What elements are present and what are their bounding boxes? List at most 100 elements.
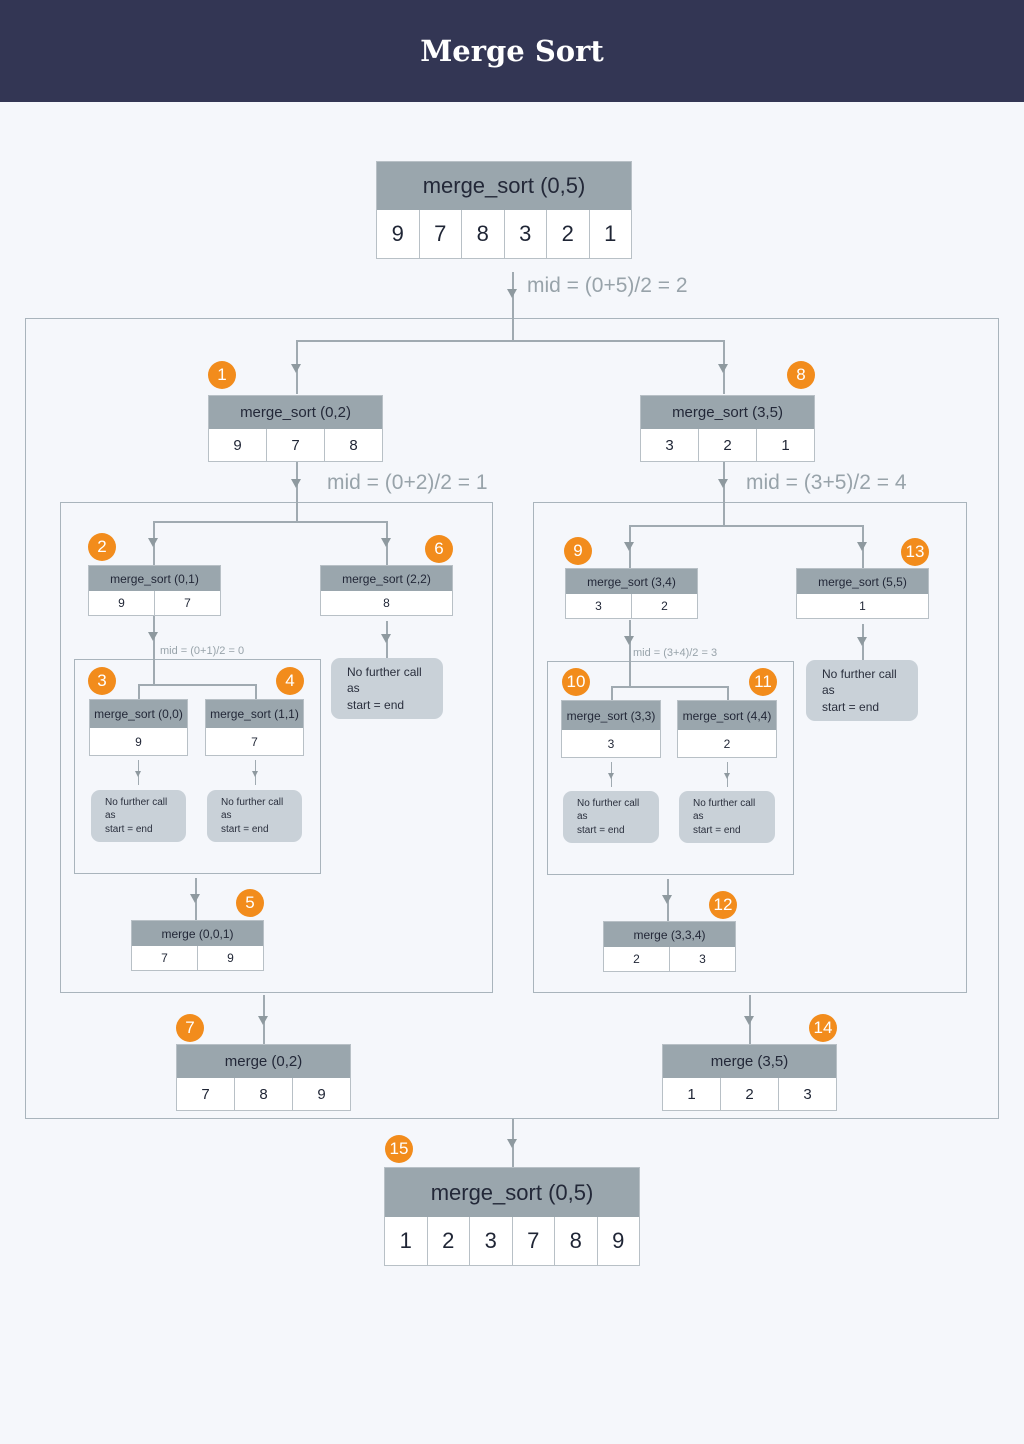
array-cell: 2 [723,736,731,751]
note-line: as [221,810,232,822]
node-title: merge_sort (2,2) [321,566,452,591]
node-title: merge_sort (0,0) [90,700,187,728]
node-merge-sort-2-2: merge_sort (2,2) 8 [320,565,453,616]
array-cell: 3 [607,736,615,751]
array-values: 23 [604,947,735,971]
connector [629,620,631,686]
node-title: merge (0,2) [177,1045,350,1078]
node-title: merge_sort (5,5) [797,569,928,594]
array-cell: 7 [201,1085,210,1103]
node-merge-sort-0-1: merge_sort (0,1) 9 7 [88,565,221,616]
note-no-further-call: No further call as start = end [679,791,775,843]
array-cell: 9 [118,596,125,610]
array-cell: 7 [511,1217,555,1265]
node-merge-sort-4-4: merge_sort (4,4) 2 [677,700,777,758]
node-title: merge (3,5) [663,1045,836,1078]
note-line: No further call [693,797,756,809]
array-cell: 9 [233,436,242,454]
node-merge-3-3-4: merge (3,3,4) 2 3 [603,921,736,972]
node-title: merge_sort (3,4) [566,569,697,594]
connector [296,462,298,522]
arrow-icon [608,773,614,779]
note-line: start = end [105,823,153,835]
node-merge-sort-3-4: merge_sort (3,4) 3 2 [565,568,698,619]
arrow-icon [724,773,730,779]
array-values: 9 [90,728,187,755]
note-line: as [822,683,835,698]
array-cell: 3 [503,210,547,258]
array-cell: 7 [251,734,258,749]
array-values: 123789 [385,1217,639,1265]
step-badge: 1 [208,361,236,389]
note-line: No further call [822,667,897,682]
array-cell: 2 [698,429,756,461]
array-cell: 2 [546,210,589,258]
node-title: merge (3,3,4) [604,922,735,947]
arrow-icon [624,636,634,645]
array-cell: 2 [631,594,697,618]
node-title: merge_sort (3,5) [641,396,814,429]
node-merge-sort-0-0: merge_sort (0,0) 9 [89,699,188,756]
arrow-icon [135,771,141,777]
arrow-icon [624,542,634,551]
note-line: as [347,681,360,696]
node-merge-sort-1-1: merge_sort (1,1) 7 [205,699,304,756]
arrow-icon [190,894,200,903]
note-line: as [577,811,588,823]
arrow-icon [857,637,867,646]
note-no-further-call: No further call as start = end [207,790,302,842]
node-title: merge_sort (4,4) [678,701,776,730]
arrow-icon [291,364,301,373]
array-values: 79 [132,946,263,970]
note-no-further-call: No further call as start = end [331,658,443,719]
array-values: 978321 [377,210,631,258]
array-cell: 9 [596,1217,640,1265]
array-cell: 1 [859,599,866,613]
arrow-icon [507,289,517,298]
array-cell: 8 [383,596,390,610]
array-values: 1 [797,594,928,618]
connector [512,272,514,340]
note-line: start = end [221,823,269,835]
array-cell: 7 [154,591,220,615]
arrow-icon [148,632,158,641]
array-cell: 7 [266,429,324,461]
arrow-icon [744,1016,754,1025]
node-merge-sort-3-5: merge_sort (3,5) 3 2 1 [640,395,815,462]
note-no-further-call: No further call as start = end [563,791,659,843]
connector [255,684,257,699]
node-final-merge-sort-0-5: merge_sort (0,5) 1 2 3 7 8 9 [384,1167,640,1266]
array-cell: 8 [234,1078,292,1110]
array-values: 7 89 [177,1078,350,1110]
note-line: No further call [105,796,168,808]
array-cell: 8 [324,429,382,461]
step-badge: 7 [176,1014,204,1042]
array-cell: 8 [554,1217,597,1265]
mid-label: mid = (0+2)/2 = 1 [327,471,488,494]
step-badge: 3 [88,667,116,695]
array-values: 2 [678,730,776,757]
note-line: No further call [221,796,284,808]
arrow-icon [857,542,867,551]
step-badge: 14 [809,1014,837,1042]
node-title: merge_sort (3,3) [562,701,660,730]
node-title: merge (0,0,1) [132,921,263,946]
arrow-icon [148,538,158,547]
array-values: 32 [566,594,697,618]
mid-label: mid = (0+5)/2 = 2 [527,274,688,297]
array-cell: 9 [292,1078,350,1110]
array-values: 3 21 [641,429,814,461]
array-cell: 1 [687,1085,696,1103]
header-bar: Merge Sort [0,0,1024,102]
array-values: 7 [206,728,303,755]
connector [153,521,387,523]
array-values: 3 [562,730,660,757]
array-cell: 2 [426,1217,470,1265]
arrow-icon [718,479,728,488]
arrow-icon [507,1139,517,1148]
connector [138,684,255,686]
step-badge: 6 [425,535,453,563]
array-values: 9 78 [209,429,382,461]
array-cell: 9 [135,734,142,749]
page-title: Merge Sort [420,34,604,68]
